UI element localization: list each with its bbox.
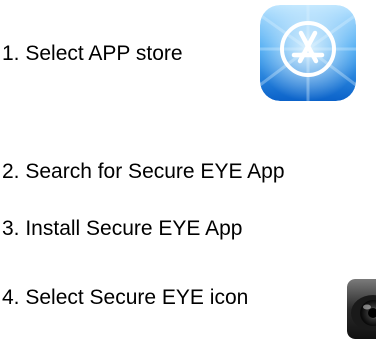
app-store-icon xyxy=(260,5,356,101)
step-3-text: 3. Install Secure EYE App xyxy=(2,217,243,240)
step-1-text: 1. Select APP store xyxy=(2,42,183,65)
step-2-text: 2. Search for Secure EYE App xyxy=(2,160,285,183)
secure-eye-app-icon xyxy=(347,279,376,339)
step-4-text: 4. Select Secure EYE icon xyxy=(2,286,249,309)
